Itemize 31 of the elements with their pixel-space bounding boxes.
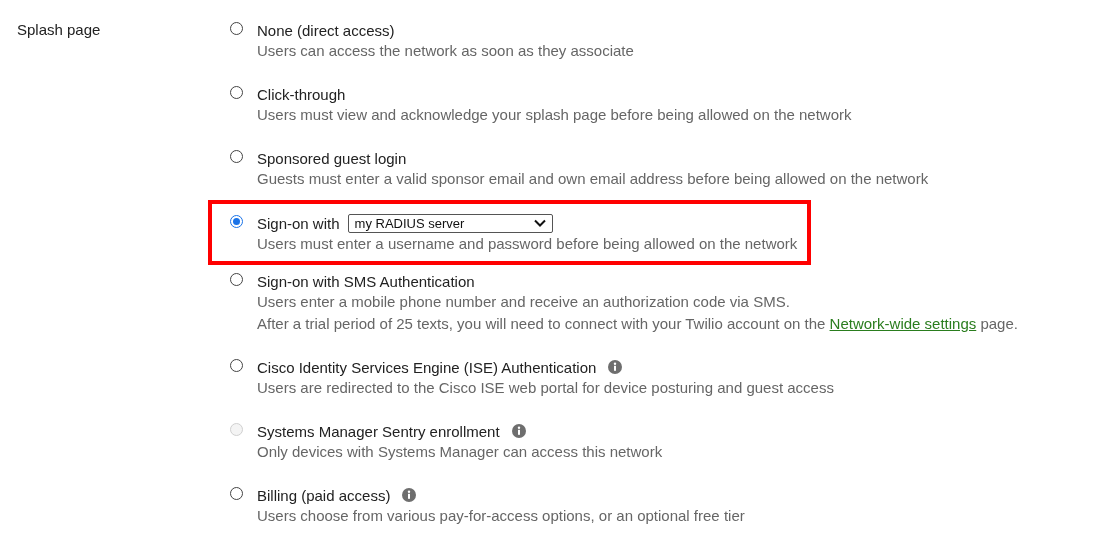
option-label: Sponsored guest login <box>257 149 407 167</box>
option-description: Users can access the network as soon as they associate <box>257 41 634 61</box>
radio-button[interactable] <box>230 487 243 500</box>
option-description: page. <box>979 314 1018 334</box>
radio-button[interactable] <box>230 359 243 372</box>
settings-link[interactable]: Network-wide settings <box>829 313 977 335</box>
radio-button[interactable] <box>230 215 243 228</box>
option-description: Users choose from various pay-for-access options, or an optional free tier <box>257 506 745 526</box>
server-select[interactable]: my RADIUS server <box>347 213 553 233</box>
option-label: Click-through <box>257 85 346 103</box>
option-description: Users must enter a username and password before being allowed on the network <box>257 234 798 254</box>
option-description: Guests must enter a valid sponsor email and own email address before being allowed on the network <box>257 169 929 189</box>
info-icon[interactable] <box>608 360 623 374</box>
radio-button[interactable] <box>230 150 243 163</box>
option-label: Sign-on with <box>257 214 340 232</box>
radio-button[interactable] <box>230 273 243 286</box>
option-label: Billing (paid access) <box>257 486 391 504</box>
option-label: Cisco Identity Services Engine (ISE) Authentication <box>257 358 597 376</box>
option-description: Users are redirected to the Cisco ISE web portal for device posturing and guest access <box>257 378 834 398</box>
chevron-down-icon <box>533 219 546 227</box>
field-label: Splash page <box>17 20 102 40</box>
option-label: Sign-on with SMS Authentication <box>257 272 475 290</box>
option-description: Only devices with Systems Manager can access this network <box>257 442 663 462</box>
radio-button[interactable] <box>230 22 243 35</box>
option-description: Users must view and acknowledge your splash page before being allowed on the network <box>257 105 852 125</box>
info-icon[interactable] <box>402 488 417 502</box>
option-description: After a trial period of 25 texts, you will need to connect with your Twilio account on the <box>257 314 827 334</box>
option-label: None (direct access) <box>257 21 395 39</box>
option-description: Users enter a mobile phone number and receive an authorization code via SMS. <box>257 292 790 312</box>
option-label: Systems Manager Sentry enrollment <box>257 422 500 440</box>
radio-button[interactable] <box>230 86 243 99</box>
